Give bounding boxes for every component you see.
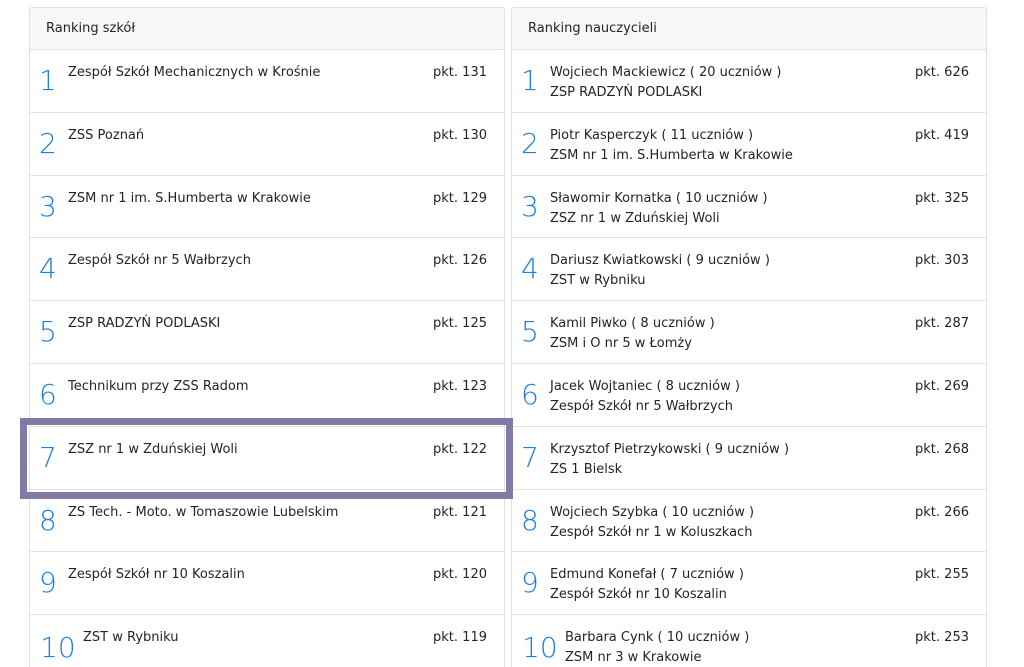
school-row[interactable]: 1 Zespół Szkół Mechanicznych w Krośnie pkt… (30, 50, 504, 113)
points: pkt. 129 (433, 190, 487, 206)
teacher-name: Wojciech Mackiewicz ( 20 uczniów ) (550, 65, 782, 80)
rank-number: 3 (521, 189, 539, 223)
points: pkt. 125 (433, 316, 487, 332)
teacher-ranking-panel: Ranking nauczycieli 1 Wojciech Mackiewicz… (511, 7, 987, 667)
rank-number: 5 (521, 315, 539, 349)
teacher-school: Zespół Szkół nr 5 Wałbrzych (550, 398, 733, 414)
school-name: ZSM nr 1 im. S.Humberta w Krakowie (68, 190, 311, 206)
school-name: Zespół Szkół nr 5 Wałbrzych (68, 253, 251, 269)
rank-number: 8 (39, 503, 57, 537)
points: pkt. 626 (915, 65, 969, 80)
school-name: ZSP RADZYŃ PODLASKI (68, 316, 221, 332)
teacher-row[interactable]: 10 Barbara Cynk ( 10 uczniów ) ZSM nr 3 w … (512, 615, 986, 667)
rank-number: 5 (39, 315, 57, 349)
points: pkt. 119 (433, 630, 487, 646)
school-name: ZSZ nr 1 w Zduńskiej Woli (68, 441, 238, 457)
teacher-name: Kamil Piwko ( 8 uczniów ) (550, 316, 715, 332)
school-row[interactable]: 5 ZSP RADZYŃ PODLASKI pkt. 125 (30, 301, 504, 364)
rank-number: 4 (521, 252, 539, 286)
points: pkt. 255 (915, 567, 969, 583)
points: pkt. 419 (915, 127, 969, 143)
teacher-row[interactable]: 7 Krzysztof Pietrzykowski ( 9 uczniów ) ZS… (512, 427, 986, 490)
rank-number: 9 (39, 566, 57, 600)
school-name: ZSS Poznań (68, 127, 145, 143)
rank-number: 8 (521, 503, 539, 537)
school-name: Zespół Szkół Mechanicznych w Krośnie (68, 65, 321, 80)
school-row[interactable]: 8 ZS Tech. - Moto. w Tomaszowie Lubelskim… (30, 490, 504, 553)
points: pkt. 130 (433, 127, 487, 143)
teacher-school: Zespół Szkół nr 1 w Koluszkach (550, 524, 753, 540)
teacher-name: Krzysztof Pietrzykowski ( 9 uczniów ) (550, 441, 790, 457)
rank-number: 3 (39, 189, 57, 223)
points: pkt. 269 (915, 378, 969, 394)
teacher-name: Piotr Kasperczyk ( 11 uczniów ) (550, 127, 754, 143)
teacher-ranking-list: 1 Wojciech Mackiewicz ( 20 uczniów ) ZSP R… (512, 50, 986, 667)
rank-number: 6 (521, 377, 539, 411)
teacher-name: Wojciech Szybka ( 10 uczniów ) (550, 504, 755, 520)
points: pkt. 325 (915, 190, 969, 206)
points: pkt. 120 (433, 567, 487, 583)
school-name: ZST w Rybniku (83, 630, 179, 646)
teacher-row[interactable]: 9 Edmund Konefał ( 7 uczniów ) Zespół Szkó… (512, 552, 986, 616)
school-row[interactable]: 3 ZSM nr 1 im. S.Humberta w Krakowie pkt. … (30, 176, 504, 239)
teacher-school: Zespół Szkół nr 10 Koszalin (550, 587, 727, 603)
school-ranking-title: Ranking szkół (30, 8, 504, 50)
teacher-ranking-title: Ranking nauczycieli (512, 8, 986, 50)
rank-number: 2 (521, 126, 539, 160)
points: pkt. 122 (433, 441, 487, 457)
teacher-row[interactable]: 4 Dariusz Kwiatkowski ( 9 uczniów ) ZST w … (512, 238, 986, 302)
points: pkt. 303 (915, 253, 969, 269)
rank-number: 7 (521, 440, 539, 474)
school-row[interactable]: 2 ZSS Poznań pkt. 130 (30, 113, 504, 176)
teacher-row[interactable]: 3 Sławomir Kornatka ( 10 uczniów ) ZSZ nr … (512, 176, 986, 239)
points: pkt. 121 (433, 504, 487, 520)
teacher-row[interactable]: 1 Wojciech Mackiewicz ( 20 uczniów ) ZSP R… (512, 50, 986, 113)
rank-number: 6 (39, 377, 57, 411)
rank-number: 9 (521, 566, 539, 600)
teacher-school: ZSM nr 3 w Krakowie (565, 650, 702, 666)
rank-number: 10 (522, 631, 558, 665)
school-name: ZS Tech. - Moto. w Tomaszowie Lubelskim (68, 504, 339, 520)
rank-number: 2 (39, 126, 57, 160)
rank-number: 4 (39, 252, 57, 286)
teacher-name: Sławomir Kornatka ( 10 uczniów ) (550, 190, 768, 206)
points: pkt. 253 (915, 630, 969, 646)
points: pkt. 123 (433, 378, 487, 394)
teacher-name: Barbara Cynk ( 10 uczniów ) (565, 630, 750, 646)
school-row[interactable]: 10 ZST w Rybniku pkt. 119 (30, 615, 504, 667)
points: pkt. 287 (915, 316, 969, 332)
teacher-name: Edmund Konefał ( 7 uczniów ) (550, 567, 744, 583)
school-row[interactable]: 7 ZSZ nr 1 w Zduńskiej Woli pkt. 122 (30, 427, 504, 490)
teacher-row[interactable]: 6 Jacek Wojtaniec ( 8 uczniów ) Zespół Szk… (512, 364, 986, 427)
teacher-school: ZSM i O nr 5 w Łomży (550, 336, 692, 352)
teacher-row[interactable]: 8 Wojciech Szybka ( 10 uczniów ) Zespół Sz… (512, 490, 986, 553)
school-row[interactable]: 9 Zespół Szkół nr 10 Koszalin pkt. 120 (30, 552, 504, 616)
teacher-school: ZST w Rybniku (550, 273, 646, 289)
school-row[interactable]: 6 Technikum przy ZSS Radom pkt. 123 (30, 364, 504, 427)
points: pkt. 126 (433, 253, 487, 269)
points: pkt. 266 (915, 504, 969, 520)
teacher-name: Dariusz Kwiatkowski ( 9 uczniów ) (550, 253, 770, 269)
rank-number: 7 (39, 440, 57, 474)
points: pkt. 268 (915, 441, 969, 457)
teacher-school: ZSZ nr 1 w Zduńskiej Woli (550, 210, 720, 226)
school-name: Zespół Szkół nr 10 Koszalin (68, 567, 245, 583)
school-ranking-list: 1 Zespół Szkół Mechanicznych w Krośnie pkt… (30, 50, 504, 667)
teacher-school: ZSP RADZYŃ PODLASKI (550, 85, 703, 100)
school-ranking-panel: Ranking szkół 1 Zespół Szkół Mechanicznyc… (29, 7, 505, 667)
teacher-row[interactable]: 5 Kamil Piwko ( 8 uczniów ) ZSM i O nr 5 w… (512, 301, 986, 364)
points: pkt. 131 (433, 65, 487, 80)
rank-number: 1 (39, 64, 57, 97)
teacher-school: ZS 1 Bielsk (550, 461, 623, 477)
teacher-school: ZSM nr 1 im. S.Humberta w Krakowie (550, 147, 793, 163)
school-name: Technikum przy ZSS Radom (68, 378, 249, 394)
rank-number: 10 (40, 631, 76, 665)
teacher-name: Jacek Wojtaniec ( 8 uczniów ) (550, 378, 740, 394)
teacher-row[interactable]: 2 Piotr Kasperczyk ( 11 uczniów ) ZSM nr 1… (512, 113, 986, 176)
school-row[interactable]: 4 Zespół Szkół nr 5 Wałbrzych pkt. 126 (30, 238, 504, 302)
rank-number: 1 (521, 64, 539, 97)
